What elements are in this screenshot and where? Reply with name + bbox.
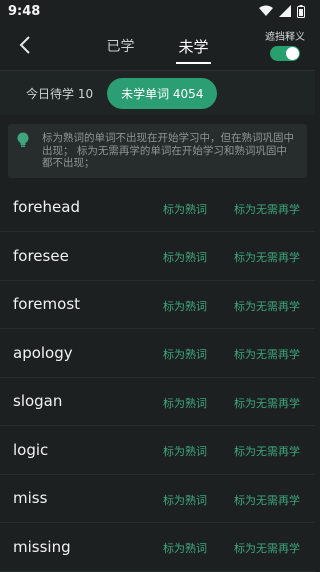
list-item: forehead 标为熟词 标为无需再学 [0, 184, 315, 232]
list-item: foremost 标为熟词 标为无需再学 [0, 281, 315, 329]
tip-box: 标为熟词的单词不出现在开始学习中，但在熟词巩固中出现； 标为无需再学的单词在开始… [8, 124, 307, 178]
tab-learned[interactable]: 已学 [106, 22, 134, 70]
filter-bar: 今日待学 10 未学单词 4054 [0, 71, 315, 115]
filter-unlearned[interactable]: 未学单词 4054 [107, 77, 218, 109]
mark-skip-button[interactable]: 标为无需再学 [234, 492, 300, 508]
wifi-icon [259, 5, 273, 16]
mark-skip-button[interactable]: 标为无需再学 [234, 298, 300, 314]
tab-unlearned[interactable]: 未学 [176, 22, 211, 70]
battery-icon [297, 4, 305, 18]
list-item: slogan 标为熟词 标为无需再学 [0, 378, 315, 426]
mark-known-button[interactable]: 标为熟词 [163, 201, 207, 217]
mark-known-button[interactable]: 标为熟词 [163, 492, 207, 508]
word-list: forehead 标为熟词 标为无需再学 foresee 标为熟词 标为无需再学… [0, 184, 315, 572]
hide-definition-toggle-group: 遮挡释义 [265, 28, 305, 61]
list-item: foresee 标为熟词 标为无需再学 [0, 232, 315, 281]
mark-skip-button[interactable]: 标为无需再学 [234, 395, 300, 411]
list-item: missing 标为熟词 标为无需再学 [0, 523, 315, 572]
status-time: 9:48 [8, 3, 41, 19]
list-item: apology 标为熟词 标为无需再学 [0, 329, 315, 378]
mark-known-button[interactable]: 标为熟词 [163, 540, 207, 556]
hide-definition-label: 遮挡释义 [265, 32, 305, 43]
hide-definition-toggle[interactable] [270, 46, 300, 61]
status-icons [259, 4, 305, 18]
lightbulb-icon [17, 132, 29, 147]
mark-known-button[interactable]: 标为熟词 [163, 395, 207, 411]
mark-skip-button[interactable]: 标为无需再学 [234, 201, 300, 217]
tip-text: 标为熟词的单词不出现在开始学习中，但在熟词巩固中出现； 标为无需再学的单词在开始… [42, 132, 294, 169]
mark-known-button[interactable]: 标为熟词 [163, 443, 207, 459]
mark-skip-button[interactable]: 标为无需再学 [234, 346, 300, 362]
mark-skip-button[interactable]: 标为无需再学 [234, 540, 300, 556]
mark-skip-button[interactable]: 标为无需再学 [234, 443, 300, 459]
mark-skip-button[interactable]: 标为无需再学 [234, 249, 300, 265]
list-item: logic 标为熟词 标为无需再学 [0, 426, 315, 475]
status-bar: 9:48 [0, 0, 315, 22]
top-bar: 已学 未学 遮挡释义 [0, 22, 315, 71]
signal-icon [279, 5, 291, 17]
mark-known-button[interactable]: 标为熟词 [163, 249, 207, 265]
list-item: miss 标为熟词 标为无需再学 [0, 475, 315, 523]
filter-today[interactable]: 今日待学 10 [26, 85, 93, 102]
mark-known-button[interactable]: 标为熟词 [163, 298, 207, 314]
mark-known-button[interactable]: 标为熟词 [163, 346, 207, 362]
